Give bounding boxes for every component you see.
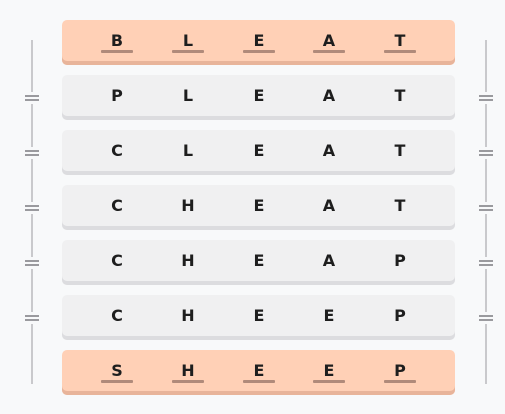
letter-cell: A [322, 141, 336, 160]
letter-cell: C [111, 306, 123, 325]
letter-underline [243, 380, 275, 383]
letter-cell: E [313, 350, 345, 391]
letter-underline [101, 380, 133, 383]
equals-icon [478, 147, 494, 159]
equals-icon [24, 257, 40, 269]
letter-underline [384, 380, 416, 383]
letter-cell: E [253, 251, 265, 270]
letter-underline [313, 380, 345, 383]
letter-cell: A [322, 196, 336, 215]
letter-cell: T [394, 86, 406, 105]
letter-cell: P [111, 86, 123, 105]
letter-cell: P [394, 251, 406, 270]
letter-underline [384, 50, 416, 53]
letter-cell: A [322, 251, 336, 270]
letter-underline [243, 50, 275, 53]
letter-cell: E [253, 141, 265, 160]
ladder-row-step: C H E E P [62, 295, 455, 340]
letter-cell: T [394, 196, 406, 215]
letter-cell: T [394, 141, 406, 160]
equals-icon [478, 257, 494, 269]
equals-icon [478, 92, 494, 104]
letter-cell: E [243, 350, 275, 391]
letter-cell: E [243, 20, 275, 61]
equals-icon [24, 92, 40, 104]
ladder-row-end: S H E E P [62, 350, 455, 395]
letter-cell: E [253, 306, 265, 325]
letter-cell: P [394, 306, 406, 325]
ladder-row-step: C L E A T [62, 130, 455, 175]
letter-cell: L [182, 141, 194, 160]
letter-cell: C [111, 251, 123, 270]
letter-underline [313, 50, 345, 53]
equals-icon [24, 147, 40, 159]
equals-icon [478, 202, 494, 214]
letter-cell: S [101, 350, 133, 391]
letter-underline [172, 380, 204, 383]
letter-cell: L [182, 86, 194, 105]
letter-cell: B [101, 20, 133, 61]
letter-cell: A [313, 20, 345, 61]
equals-icon [24, 312, 40, 324]
letter-underline [172, 50, 204, 53]
letter-cell: C [111, 141, 123, 160]
ladder-row-step: C H E A P [62, 240, 455, 285]
letter-cell: T [384, 20, 416, 61]
letter-cell: E [253, 196, 265, 215]
letter-cell: H [181, 306, 195, 325]
ladder-row-start: B L E A T [62, 20, 455, 65]
letter-cell: H [181, 251, 195, 270]
letter-cell: P [384, 350, 416, 391]
letter-cell: E [253, 86, 265, 105]
letter-cell: L [172, 20, 204, 61]
letter-cell: C [111, 196, 123, 215]
letter-underline [101, 50, 133, 53]
letter-cell: E [323, 306, 335, 325]
equals-icon [478, 312, 494, 324]
equals-icon [24, 202, 40, 214]
letter-cell: H [172, 350, 204, 391]
ladder-row-step: C H E A T [62, 185, 455, 230]
ladder-row-step: P L E A T [62, 75, 455, 120]
letter-cell: A [322, 86, 336, 105]
letter-cell: H [181, 196, 195, 215]
